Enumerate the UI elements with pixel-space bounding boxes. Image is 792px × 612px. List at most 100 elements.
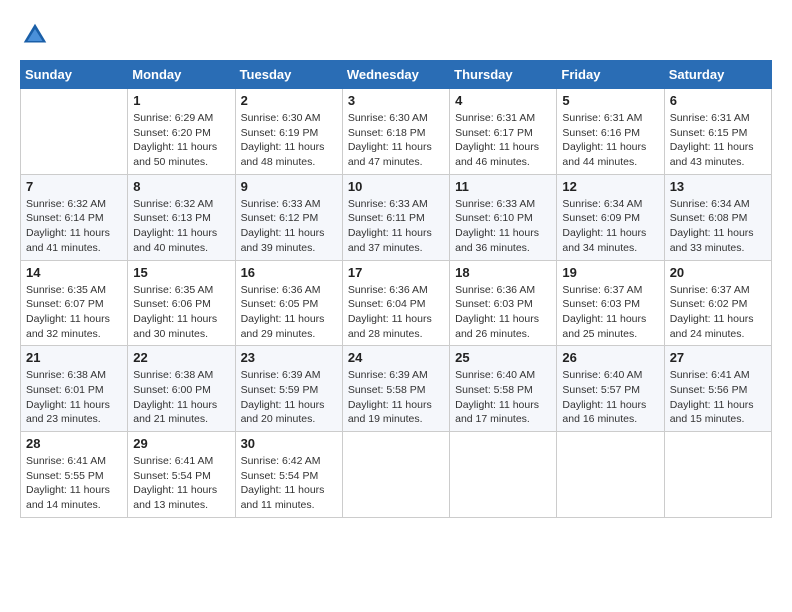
calendar-day-cell: 8 Sunrise: 6:32 AM Sunset: 6:13 PM Daylig… (128, 174, 235, 260)
day-of-week-header: Wednesday (342, 61, 449, 89)
day-number: 3 (348, 93, 444, 108)
day-number: 2 (241, 93, 337, 108)
day-number: 30 (241, 436, 337, 451)
calendar-day-cell: 9Sunrise: 6:33 AM Sunset: 6:12 PM Daylig… (235, 174, 342, 260)
day-number: 21 (26, 350, 122, 365)
calendar-day-cell (664, 432, 771, 518)
day-info: Sunrise: 6:33 AM Sunset: 6:11 PM Dayligh… (348, 197, 444, 256)
day-number: 17 (348, 265, 444, 280)
calendar-header-row: SundayMondayTuesdayWednesdayThursdayFrid… (21, 61, 772, 89)
day-info: Sunrise: 6:40 AM Sunset: 5:58 PM Dayligh… (455, 368, 551, 427)
calendar-table: SundayMondayTuesdayWednesdayThursdayFrid… (20, 60, 772, 518)
calendar-day-cell: 27Sunrise: 6:41 AM Sunset: 5:56 PM Dayli… (664, 346, 771, 432)
calendar-week-row: 21Sunrise: 6:38 AM Sunset: 6:01 PM Dayli… (21, 346, 772, 432)
calendar-day-cell: 12 Sunrise: 6:34 AM Sunset: 6:09 PM Dayli… (557, 174, 664, 260)
calendar-day-cell: 6 Sunrise: 6:31 AM Sunset: 6:15 PM Daylig… (664, 89, 771, 175)
day-number: 5 (562, 93, 658, 108)
day-number: 29 (133, 436, 229, 451)
day-number: 8 (133, 179, 229, 194)
calendar-week-row: 14 Sunrise: 6:35 AM Sunset: 6:07 PM Dayli… (21, 260, 772, 346)
calendar-day-cell (21, 89, 128, 175)
calendar-day-cell: 1Sunrise: 6:29 AM Sunset: 6:20 PM Daylig… (128, 89, 235, 175)
calendar-day-cell: 19 Sunrise: 6:37 AM Sunset: 6:03 PM Dayli… (557, 260, 664, 346)
day-info: Sunrise: 6:34 AM Sunset: 6:09 PM Dayligh… (562, 197, 658, 256)
calendar-day-cell (557, 432, 664, 518)
calendar-day-cell: 22Sunrise: 6:38 AM Sunset: 6:00 PM Dayli… (128, 346, 235, 432)
day-number: 23 (241, 350, 337, 365)
day-info: Sunrise: 6:39 AM Sunset: 5:59 PM Dayligh… (241, 368, 337, 427)
calendar-day-cell: 24 Sunrise: 6:39 AM Sunset: 5:58 PM Dayli… (342, 346, 449, 432)
calendar-week-row: 1Sunrise: 6:29 AM Sunset: 6:20 PM Daylig… (21, 89, 772, 175)
page-header (20, 20, 772, 50)
day-number: 1 (133, 93, 229, 108)
day-of-week-header: Tuesday (235, 61, 342, 89)
day-info: Sunrise: 6:31 AM Sunset: 6:16 PM Dayligh… (562, 111, 658, 170)
day-number: 14 (26, 265, 122, 280)
day-number: 24 (348, 350, 444, 365)
calendar-day-cell: 18 Sunrise: 6:36 AM Sunset: 6:03 PM Dayli… (450, 260, 557, 346)
day-info: Sunrise: 6:41 AM Sunset: 5:54 PM Dayligh… (133, 454, 229, 513)
day-of-week-header: Monday (128, 61, 235, 89)
day-info: Sunrise: 6:31 AM Sunset: 6:17 PM Dayligh… (455, 111, 551, 170)
day-number: 6 (670, 93, 766, 108)
calendar-day-cell: 10 Sunrise: 6:33 AM Sunset: 6:11 PM Dayli… (342, 174, 449, 260)
day-info: Sunrise: 6:39 AM Sunset: 5:58 PM Dayligh… (348, 368, 444, 427)
calendar-day-cell: 4 Sunrise: 6:31 AM Sunset: 6:17 PM Daylig… (450, 89, 557, 175)
day-info: Sunrise: 6:31 AM Sunset: 6:15 PM Dayligh… (670, 111, 766, 170)
day-number: 12 (562, 179, 658, 194)
logo (20, 20, 54, 50)
day-info: Sunrise: 6:35 AM Sunset: 6:07 PM Dayligh… (26, 283, 122, 342)
day-of-week-header: Sunday (21, 61, 128, 89)
calendar-day-cell: 13 Sunrise: 6:34 AM Sunset: 6:08 PM Dayli… (664, 174, 771, 260)
day-info: Sunrise: 6:37 AM Sunset: 6:02 PM Dayligh… (670, 283, 766, 342)
logo-icon (20, 20, 50, 50)
day-info: Sunrise: 6:32 AM Sunset: 6:13 PM Dayligh… (133, 197, 229, 256)
calendar-day-cell: 15Sunrise: 6:35 AM Sunset: 6:06 PM Dayli… (128, 260, 235, 346)
day-number: 18 (455, 265, 551, 280)
calendar-day-cell: 26 Sunrise: 6:40 AM Sunset: 5:57 PM Dayli… (557, 346, 664, 432)
calendar-day-cell: 2 Sunrise: 6:30 AM Sunset: 6:19 PM Daylig… (235, 89, 342, 175)
day-number: 19 (562, 265, 658, 280)
day-info: Sunrise: 6:38 AM Sunset: 6:00 PM Dayligh… (133, 368, 229, 427)
day-info: Sunrise: 6:36 AM Sunset: 6:05 PM Dayligh… (241, 283, 337, 342)
day-info: Sunrise: 6:30 AM Sunset: 6:19 PM Dayligh… (241, 111, 337, 170)
calendar-day-cell (342, 432, 449, 518)
day-number: 13 (670, 179, 766, 194)
day-number: 26 (562, 350, 658, 365)
day-info: Sunrise: 6:36 AM Sunset: 6:03 PM Dayligh… (455, 283, 551, 342)
day-info: Sunrise: 6:33 AM Sunset: 6:10 PM Dayligh… (455, 197, 551, 256)
day-info: Sunrise: 6:30 AM Sunset: 6:18 PM Dayligh… (348, 111, 444, 170)
day-number: 25 (455, 350, 551, 365)
day-info: Sunrise: 6:32 AM Sunset: 6:14 PM Dayligh… (26, 197, 122, 256)
day-info: Sunrise: 6:40 AM Sunset: 5:57 PM Dayligh… (562, 368, 658, 427)
calendar-day-cell: 17Sunrise: 6:36 AM Sunset: 6:04 PM Dayli… (342, 260, 449, 346)
day-info: Sunrise: 6:37 AM Sunset: 6:03 PM Dayligh… (562, 283, 658, 342)
calendar-day-cell: 14 Sunrise: 6:35 AM Sunset: 6:07 PM Dayli… (21, 260, 128, 346)
day-number: 9 (241, 179, 337, 194)
day-of-week-header: Thursday (450, 61, 557, 89)
day-number: 27 (670, 350, 766, 365)
day-info: Sunrise: 6:41 AM Sunset: 5:55 PM Dayligh… (26, 454, 122, 513)
calendar-day-cell: 28 Sunrise: 6:41 AM Sunset: 5:55 PM Dayli… (21, 432, 128, 518)
day-number: 7 (26, 179, 122, 194)
day-info: Sunrise: 6:42 AM Sunset: 5:54 PM Dayligh… (241, 454, 337, 513)
day-number: 4 (455, 93, 551, 108)
calendar-day-cell (450, 432, 557, 518)
calendar-day-cell: 3 Sunrise: 6:30 AM Sunset: 6:18 PM Daylig… (342, 89, 449, 175)
calendar-day-cell: 23 Sunrise: 6:39 AM Sunset: 5:59 PM Dayli… (235, 346, 342, 432)
calendar-day-cell: 5 Sunrise: 6:31 AM Sunset: 6:16 PM Daylig… (557, 89, 664, 175)
day-number: 15 (133, 265, 229, 280)
day-of-week-header: Friday (557, 61, 664, 89)
day-number: 28 (26, 436, 122, 451)
calendar-day-cell: 25 Sunrise: 6:40 AM Sunset: 5:58 PM Dayli… (450, 346, 557, 432)
day-number: 11 (455, 179, 551, 194)
calendar-day-cell: 29 Sunrise: 6:41 AM Sunset: 5:54 PM Dayli… (128, 432, 235, 518)
calendar-day-cell: 11 Sunrise: 6:33 AM Sunset: 6:10 PM Dayli… (450, 174, 557, 260)
day-info: Sunrise: 6:34 AM Sunset: 6:08 PM Dayligh… (670, 197, 766, 256)
calendar-day-cell: 21Sunrise: 6:38 AM Sunset: 6:01 PM Dayli… (21, 346, 128, 432)
calendar-day-cell: 16Sunrise: 6:36 AM Sunset: 6:05 PM Dayli… (235, 260, 342, 346)
day-number: 20 (670, 265, 766, 280)
day-number: 10 (348, 179, 444, 194)
calendar-day-cell: 30 Sunrise: 6:42 AM Sunset: 5:54 PM Dayli… (235, 432, 342, 518)
calendar-day-cell: 20 Sunrise: 6:37 AM Sunset: 6:02 PM Dayli… (664, 260, 771, 346)
